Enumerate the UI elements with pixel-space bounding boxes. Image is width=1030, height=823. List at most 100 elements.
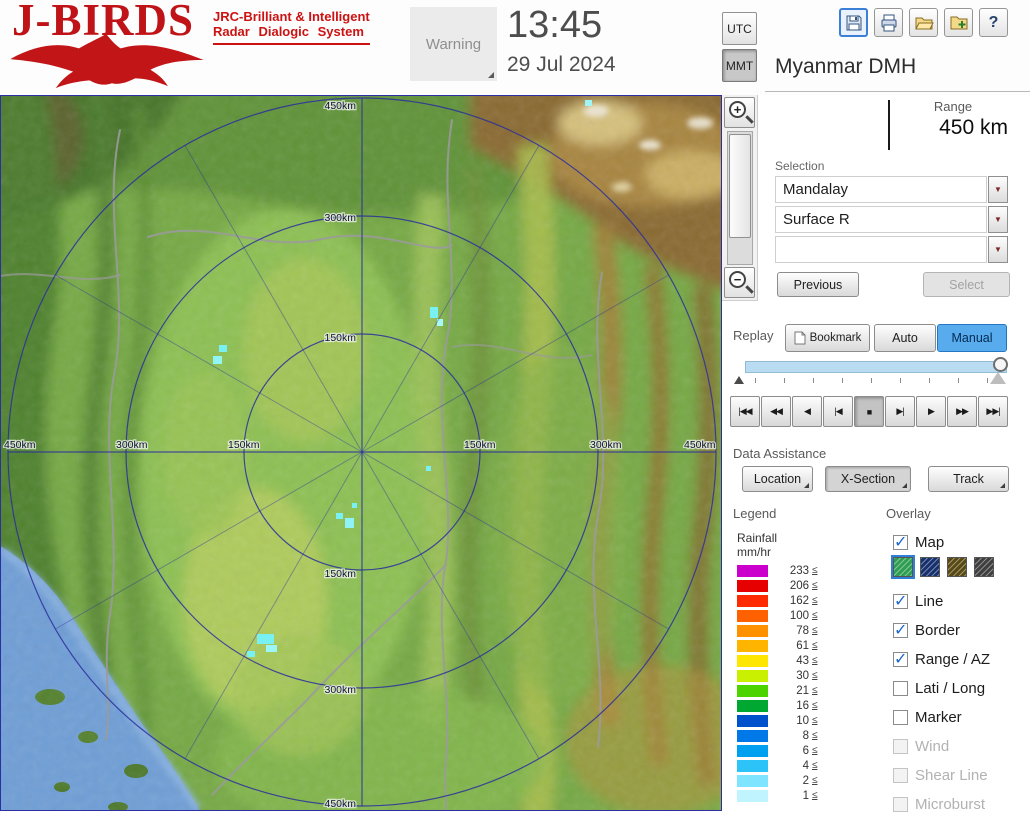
warning-button[interactable]: Warning [410,7,497,81]
legend-lte-symbol: ≤ [812,655,818,666]
playback-fast-rewind[interactable]: ◀◀ [761,396,791,427]
checkbox[interactable] [893,680,908,696]
legend-value: 10 [796,714,809,727]
help-button[interactable]: ? [979,8,1008,37]
legend-color-swatch [737,759,768,772]
overlay-item-lati-long[interactable]: Lati / Long [893,678,1025,698]
print-button[interactable] [874,8,903,37]
clock-time: 13:45 [507,4,603,46]
playback-step-forward[interactable]: ▶| [885,396,915,427]
legend-value: 61 [796,639,809,652]
legend-value: 6 [802,744,809,757]
overlay-label: Overlay [886,506,931,521]
save-icon [846,15,861,30]
legend-color-swatch [737,714,768,727]
product-dropdown[interactable]: Surface R [775,206,987,233]
select-button[interactable]: Select [923,272,1010,297]
legend-lte-symbol: ≤ [812,775,818,786]
bookmark-button[interactable]: Bookmark [785,324,870,352]
map-style-navy[interactable] [920,557,940,577]
option-dropdown-arrow-icon[interactable]: ▼ [988,236,1008,263]
clock-date: 29 Jul 2024 [507,53,616,76]
legend-unit-line2: mm/hr [737,545,771,559]
legend-lte-symbol: ≤ [812,670,818,681]
playback-skip-to-end[interactable]: ▶▶| [978,396,1008,427]
legend-value: 21 [796,684,809,697]
x-section-label: X-Section [840,472,896,486]
zoom-slider[interactable] [727,131,753,265]
legend-color-swatch [737,579,768,592]
checkbox[interactable] [893,709,908,725]
folder-open-icon [914,17,934,29]
legend-color-swatch [737,774,768,787]
legend-color-swatch [737,564,768,577]
open-button[interactable] [909,8,938,37]
map-style-gray[interactable] [974,557,994,577]
overlay-item-marker[interactable]: Marker [893,707,1025,727]
ring-label: 300km [324,684,356,696]
playback-play-reverse[interactable]: ◀ [792,396,822,427]
ring-label: 450km [324,100,356,112]
legend-entry: 61 ≤ [737,638,842,653]
zoom-slider-thumb[interactable] [729,134,751,238]
header-separator [765,91,1030,92]
utc-button[interactable]: UTC [722,12,757,45]
timeline-position-marker-icon[interactable] [990,372,1006,384]
track-button[interactable]: Track [928,466,1009,492]
overlay-item-map[interactable]: Map [893,531,1025,553]
legend-lte-symbol: ≤ [812,565,818,576]
legend-color-swatch [737,669,768,682]
popup-corner-icon [902,483,907,488]
overlay-item-range-az[interactable]: Range / AZ [893,649,1025,669]
legend-entry: 6 ≤ [737,743,842,758]
checkbox[interactable] [893,620,908,640]
location-button[interactable]: Location [742,466,813,492]
legend-value: 2 [802,774,809,787]
save-button[interactable] [839,8,868,37]
zoom-in-button[interactable]: + [724,97,755,128]
manual-button[interactable]: Manual [937,324,1007,352]
map-style-olive[interactable] [947,557,967,577]
ring-label: 450km [324,798,356,810]
checkbox[interactable] [893,591,908,611]
tagline-line2: Radar Dialogic System [213,24,364,39]
export-button[interactable] [944,8,973,37]
playback-skip-to-start[interactable]: |◀◀ [730,396,760,427]
legend-entry: 2 ≤ [737,773,842,788]
radar-map[interactable]: 450km 300km 150km 150km 300km 450km 450km 300km… [0,75,755,823]
legend-value: 100 [789,609,809,622]
map-style-green[interactable] [891,555,915,579]
option-dropdown[interactable] [775,236,987,263]
overlay-item-line[interactable]: Line [893,591,1025,611]
replay-timeline[interactable] [745,361,1007,373]
auto-button[interactable]: Auto [874,324,936,352]
playback-step-back[interactable]: |◀ [823,396,853,427]
legend-lte-symbol: ≤ [812,580,818,591]
checkbox[interactable] [893,532,908,552]
playback-fast-forward[interactable]: ▶▶ [947,396,977,427]
mmt-button[interactable]: MMT [722,49,757,82]
site-dropdown[interactable]: Mandalay [775,176,987,203]
overlay-item-label: Range / AZ [915,650,991,668]
folder-add-icon [950,16,967,29]
x-section-button[interactable]: X-Section [825,466,911,492]
checkbox[interactable] [893,649,908,669]
legend-value: 30 [796,669,809,682]
header-bar: J-BIRDS JRC-Brilliant & Intelligent Rada… [0,0,1030,95]
site-dropdown-arrow-icon[interactable]: ▼ [988,176,1008,203]
checkbox [893,767,908,783]
zoom-out-symbol: − [733,272,742,287]
popup-corner-icon [1000,483,1005,488]
overlay-item-label: Map [915,533,945,551]
product-dropdown-arrow-icon[interactable]: ▼ [988,206,1008,233]
overlay-item-border[interactable]: Border [893,620,1025,640]
timeline-thumb[interactable] [993,357,1008,372]
playback-stop[interactable]: ■ [854,396,884,427]
playback-play[interactable]: ▶ [916,396,946,427]
app-tagline: JRC-Brilliant & Intelligent Radar Dialog… [213,9,370,45]
timeline-tick [842,378,843,383]
track-label: Track [953,472,984,486]
zoom-out-button[interactable]: − [724,267,755,298]
legend-color-swatch [737,609,768,622]
previous-button[interactable]: Previous [777,272,859,297]
